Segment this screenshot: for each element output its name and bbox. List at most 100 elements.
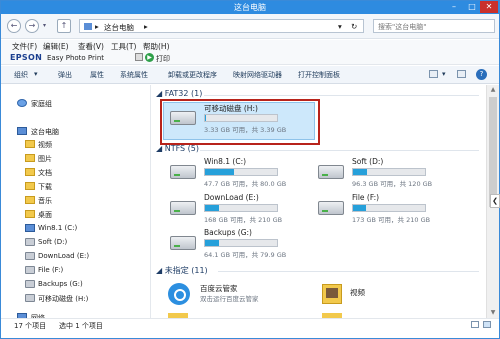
drive-icon xyxy=(318,201,344,215)
nav-item-drive-e[interactable]: DownLoad (E:) xyxy=(1,250,150,263)
folder-tile-videos[interactable]: 视频 xyxy=(302,281,452,315)
details-view-icon[interactable] xyxy=(471,321,479,328)
nav-label: 音乐 xyxy=(38,197,52,205)
system-properties-button[interactable]: 系统属性 xyxy=(120,70,148,80)
nav-item-drive-f[interactable]: File (F:) xyxy=(1,264,150,277)
nav-label: Win8.1 (C:) xyxy=(38,224,78,232)
drive-tile-g[interactable]: Backups (G:) 64.1 GB 可用，共 79.9 GB xyxy=(166,228,316,262)
recent-dropdown-icon[interactable]: ▾ xyxy=(43,22,46,29)
menu-file[interactable]: 文件(F) xyxy=(12,41,37,52)
address-dropdown-icon[interactable]: ▾ xyxy=(338,22,342,31)
back-button[interactable]: ← xyxy=(7,19,21,33)
search-input[interactable]: 搜索"这台电脑" xyxy=(373,19,495,33)
go-icon[interactable]: ▶ xyxy=(145,53,154,62)
drive-usage-fill xyxy=(353,169,368,175)
uninstall-programs-button[interactable]: 卸载或更改程序 xyxy=(168,70,217,80)
drive-name: Backups (G:) xyxy=(204,228,252,237)
drive-tile-c[interactable]: Win8.1 (C:) 47.7 GB 可用，共 80.0 GB xyxy=(166,157,316,191)
preview-pane-icon[interactable] xyxy=(457,70,466,78)
drive-icon xyxy=(170,236,196,250)
organize-button[interactable]: 组织 xyxy=(14,70,28,80)
open-control-panel-button[interactable]: 打开控制面板 xyxy=(298,70,340,80)
refresh-icon[interactable]: ↻ xyxy=(351,22,357,31)
nav-this-pc[interactable]: 这台电脑 xyxy=(1,125,150,138)
printer-icon[interactable] xyxy=(135,53,143,61)
cloud-app-icon xyxy=(168,283,190,305)
drive-usage-bar xyxy=(352,204,426,212)
nav-item-desktop[interactable]: 桌面 xyxy=(1,208,150,221)
menu-view[interactable]: 查看(V) xyxy=(78,41,104,52)
nav-label: DownLoad (E:) xyxy=(38,252,90,260)
nav-label: 可移动磁盘 (H:) xyxy=(38,295,89,303)
nav-item-pictures[interactable]: 图片 xyxy=(1,152,150,165)
nav-label: Soft (D:) xyxy=(38,238,68,246)
epson-app-button[interactable]: Easy Photo Print xyxy=(47,54,104,62)
menu-bar: 文件(F) 编辑(E) 查看(V) 工具(T) 帮助(H) xyxy=(1,40,499,52)
drive-usage-fill xyxy=(205,169,234,175)
address-chevron-icon[interactable]: ▸ xyxy=(144,22,148,31)
drive-tile-e[interactable]: DownLoad (E:) 168 GB 可用，共 210 GB xyxy=(166,193,316,227)
nav-label: 桌面 xyxy=(38,211,52,219)
address-field[interactable]: ▸ 这台电脑 ▸ ▾ ↻ xyxy=(79,19,364,33)
nav-label: Backups (G:) xyxy=(38,280,83,288)
group-title: NTFS (5) xyxy=(164,144,199,153)
nav-homegroup[interactable]: 家庭组 xyxy=(1,97,150,110)
scroll-down-icon[interactable]: ▼ xyxy=(487,308,499,318)
command-bar: 组织 ▾ 弹出 属性 系统属性 卸载或更改程序 映射网络驱动器 打开控制面板 ▾… xyxy=(1,66,499,84)
minimize-icon[interactable]: – xyxy=(445,1,463,13)
collapse-icon[interactable]: ◢ xyxy=(156,144,165,153)
help-icon[interactable]: ? xyxy=(476,69,487,80)
window-title: 这台电脑 xyxy=(234,3,266,12)
collapse-icon[interactable]: ◢ xyxy=(156,266,165,275)
nav-label: 文档 xyxy=(38,169,52,177)
address-path[interactable]: 这台电脑 xyxy=(104,22,134,33)
group-header-ntfs[interactable]: ◢ NTFS (5) xyxy=(156,144,199,153)
drive-icon xyxy=(25,280,35,288)
view-options-icon[interactable] xyxy=(429,70,438,78)
collapse-icon[interactable]: ◢ xyxy=(156,89,165,98)
drive-tile-f[interactable]: File (F:) 173 GB 可用，共 210 GB xyxy=(314,193,464,227)
menu-help[interactable]: 帮助(H) xyxy=(143,41,170,52)
up-button[interactable]: ↑ xyxy=(57,19,71,33)
forward-button[interactable]: → xyxy=(25,19,39,33)
drive-free-space: 168 GB 可用，共 210 GB xyxy=(204,216,283,224)
group-divider xyxy=(200,150,479,151)
title-bar: 这台电脑 – □ ✕ xyxy=(1,1,499,14)
nav-item-downloads[interactable]: 下载 xyxy=(1,180,150,193)
scroll-up-icon[interactable]: ▲ xyxy=(487,85,499,95)
map-network-drive-button[interactable]: 映射网络驱动器 xyxy=(233,70,282,80)
folder-icon xyxy=(25,140,35,148)
nav-network[interactable]: 网络 xyxy=(1,311,150,318)
scroll-thumb[interactable] xyxy=(489,97,497,207)
nav-item-drive-h[interactable]: 可移动磁盘 (H:) xyxy=(1,292,150,305)
nav-label: 这台电脑 xyxy=(31,128,59,136)
epson-print-label[interactable]: 打印 xyxy=(156,54,170,64)
nav-item-drive-c[interactable]: Win8.1 (C:) xyxy=(1,222,150,235)
drive-free-space: 64.1 GB 可用，共 79.9 GB xyxy=(204,251,287,259)
nav-item-music[interactable]: 音乐 xyxy=(1,194,150,207)
nav-item-drive-g[interactable]: Backups (G:) xyxy=(1,278,150,291)
properties-button[interactable]: 属性 xyxy=(90,70,104,80)
expand-pane-icon[interactable]: ❮ xyxy=(490,194,500,208)
view-chevron-icon[interactable]: ▾ xyxy=(442,70,446,78)
close-icon[interactable]: ✕ xyxy=(480,1,498,13)
nav-item-drive-d[interactable]: Soft (D:) xyxy=(1,236,150,249)
eject-button[interactable]: 弹出 xyxy=(58,70,72,80)
drive-icon xyxy=(170,201,196,215)
video-folder-icon xyxy=(322,284,342,304)
drive-icon xyxy=(25,252,35,260)
app-tile-baidu[interactable]: 百度云管家 双击运行百度云管家 xyxy=(152,281,312,315)
group-divider xyxy=(204,95,479,96)
tiles-view-icon[interactable] xyxy=(483,321,491,328)
group-header-fat32[interactable]: ◢ FAT32 (1) xyxy=(156,89,202,98)
group-divider xyxy=(218,271,479,272)
group-header-unspecified[interactable]: ◢ 未指定 (11) xyxy=(156,265,208,276)
folder-icon xyxy=(25,182,35,190)
menu-tools[interactable]: 工具(T) xyxy=(111,41,136,52)
menu-edit[interactable]: 编辑(E) xyxy=(43,41,69,52)
nav-item-documents[interactable]: 文档 xyxy=(1,166,150,179)
drive-tile-d[interactable]: Soft (D:) 96.3 GB 可用，共 120 GB xyxy=(314,157,464,191)
maximize-icon[interactable]: □ xyxy=(463,1,481,13)
nav-item-videos[interactable]: 视频 xyxy=(1,138,150,151)
nav-label: 图片 xyxy=(38,155,52,163)
